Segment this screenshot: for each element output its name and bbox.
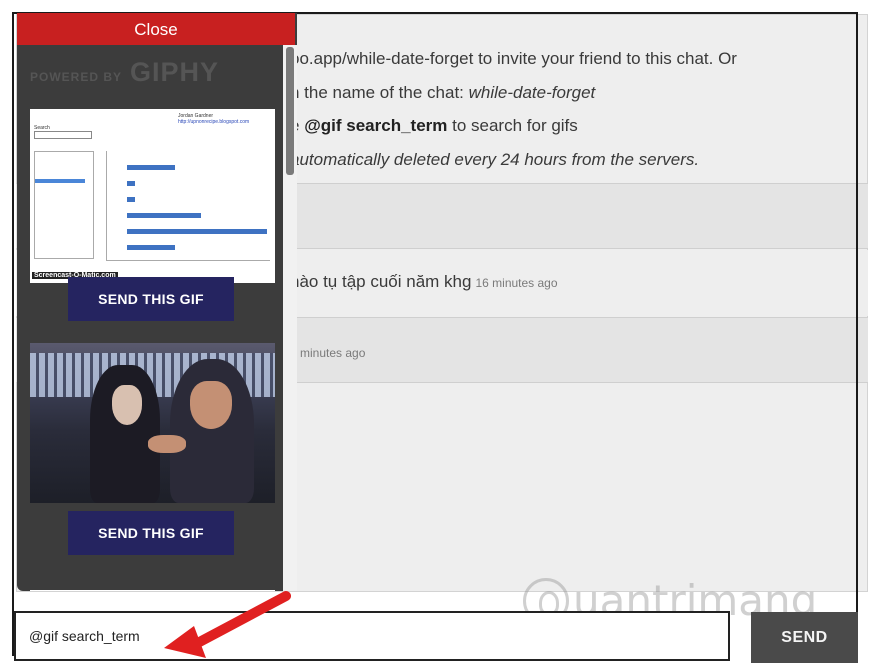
chat-name: while-date-forget: [468, 82, 596, 102]
gif-shape: [127, 197, 135, 202]
gif-shape: [190, 381, 232, 429]
message-body: nào tụ tập cuối năm khg: [290, 272, 472, 291]
message-input[interactable]: [16, 613, 728, 659]
window-border: [856, 12, 858, 656]
gif-shape: [34, 151, 94, 259]
message-time: 16 minutes ago: [475, 276, 558, 290]
giphy-panel: Close POWERED BY GIPHY Jordan Gardner ht…: [17, 13, 297, 591]
gif-result[interactable]: [30, 590, 275, 591]
giphy-logo: GIPHY: [130, 57, 220, 87]
message-time: 1 minutes ago: [290, 346, 366, 360]
gif-shape: [127, 181, 135, 186]
powered-by-text: POWERED BY: [30, 70, 123, 84]
powered-by-giphy: POWERED BY GIPHY: [30, 57, 219, 88]
gif-shape: [127, 213, 201, 218]
gif-image[interactable]: Jordan Gardner http://upnonrecipe.blogsp…: [30, 109, 275, 283]
info-line-chat-name: n the name of the chat: while-date-forge…: [290, 76, 850, 110]
gif-shape: [127, 229, 267, 234]
scrollbar-thumb[interactable]: [286, 47, 294, 175]
send-this-gif-button[interactable]: SEND THIS GIF: [68, 511, 234, 555]
close-button[interactable]: Close: [17, 13, 295, 45]
gif-result[interactable]: [30, 343, 275, 503]
gif-shape: [127, 165, 175, 170]
gif-shape: [112, 385, 142, 425]
message-text: nào tụ tập cuối năm khg 16 minutes ago: [290, 272, 558, 292]
gif-image[interactable]: [30, 343, 275, 503]
gif-result[interactable]: Jordan Gardner http://upnonrecipe.blogsp…: [30, 109, 275, 283]
gif-command: @gif search_term: [304, 116, 448, 135]
info-text: to search for gifs: [447, 116, 578, 135]
gif-shape: [34, 131, 92, 139]
info-line-gif-command: e @gif search_term to search for gifs: [290, 109, 850, 143]
gif-shape: [148, 435, 186, 453]
gif-caption: http://upnonrecipe.blogspot.com: [178, 119, 250, 125]
window-border: [12, 12, 14, 656]
info-text: n the name of the chat:: [290, 82, 469, 102]
gif-shape: [35, 179, 85, 183]
send-this-gif-button[interactable]: SEND THIS GIF: [68, 277, 234, 321]
gif-shape: [127, 245, 175, 250]
info-line-deletion: automatically deleted every 24 hours fro…: [290, 143, 850, 177]
send-button[interactable]: SEND: [751, 612, 858, 663]
info-line-invite: oo.app/while-date-forget to invite your …: [290, 49, 737, 68]
chat-info: oo.app/while-date-forget to invite your …: [290, 42, 850, 176]
gif-shape: [106, 151, 270, 261]
message-input-box[interactable]: [14, 611, 730, 661]
deletion-notice: automatically deleted every 24 hours fro…: [290, 149, 700, 169]
